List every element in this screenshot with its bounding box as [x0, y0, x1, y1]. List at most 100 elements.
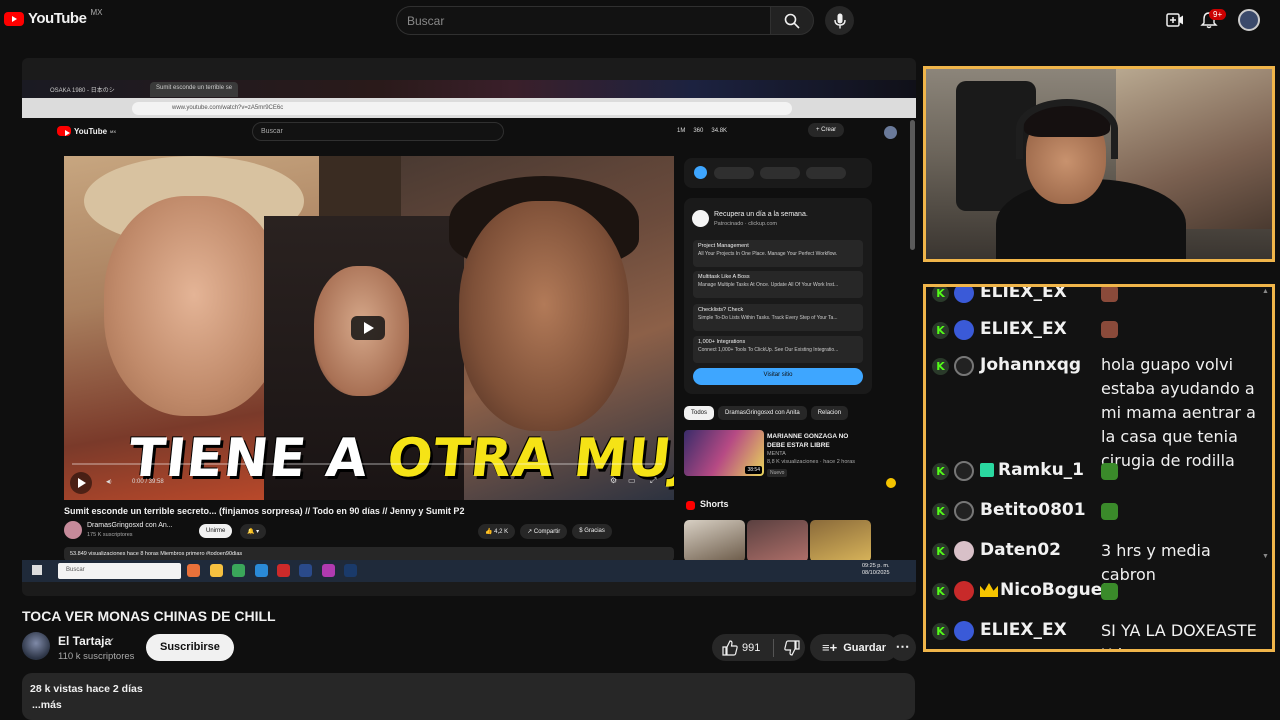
app-icon[interactable]: [694, 166, 707, 179]
chat-username[interactable]: NicoBoguet: [980, 580, 1110, 600]
theater-mode-icon[interactable]: ▭: [628, 476, 636, 485]
username-text: Ramku_1: [998, 460, 1085, 480]
youtube-play-icon: [57, 126, 71, 136]
ad-sitelink[interactable]: Project Management All Your Projects In O…: [693, 240, 863, 267]
join-button[interactable]: Unirme: [199, 524, 233, 538]
share-button[interactable]: ↗ Compartir: [520, 524, 568, 539]
voice-search-button[interactable]: [825, 6, 854, 35]
verified-icon: ✔: [107, 636, 115, 646]
thumbs-down-icon[interactable]: [784, 639, 800, 656]
like-button[interactable]: 👍 4,2 K: [478, 524, 516, 539]
search-icon: [784, 13, 800, 29]
video-play-button[interactable]: [70, 472, 92, 494]
chat-username[interactable]: ELIEX_EX: [980, 319, 1067, 339]
chip-channel[interactable]: DramasGringosxd con Anita: [718, 406, 807, 420]
scrollbar[interactable]: [910, 120, 915, 250]
account-avatar[interactable]: [1238, 9, 1260, 31]
youtube-logo[interactable]: YouTube MX: [4, 8, 102, 27]
volume-icon[interactable]: ◀): [106, 479, 112, 485]
chat-username[interactable]: ELIEX_EX: [980, 287, 1067, 302]
browser-tab[interactable]: OSAKA 1980 - 日本のシ: [44, 82, 121, 97]
browser-tab-active[interactable]: Sumit esconde un terrible se: [150, 82, 239, 97]
short-thumbnail[interactable]: [810, 520, 871, 562]
chrome-icon[interactable]: [232, 564, 245, 577]
video-player[interactable]: TIENE A OTRA MUJER: [64, 156, 674, 500]
firefox-icon[interactable]: [187, 564, 200, 577]
sitelink-title: Project Management: [698, 243, 749, 249]
steam-icon[interactable]: [299, 564, 312, 577]
scroll-up-icon[interactable]: ▲: [1262, 288, 1269, 295]
save-button[interactable]: ≡+ Guardar: [810, 634, 898, 661]
windows-start-icon[interactable]: [32, 565, 42, 575]
thanks-label: Gracias: [584, 528, 605, 534]
inner-create-button[interactable]: + Crear: [808, 123, 845, 137]
address-bar[interactable]: www.youtube.com/watch?v=zA5mr9CE6c: [132, 102, 792, 115]
shared-screen: OSAKA 1980 - 日本のシ Sumit esconde un terri…: [22, 58, 916, 596]
video-figure: [459, 201, 629, 431]
search-input[interactable]: Buscar: [396, 6, 770, 35]
thumbs-up-icon[interactable]: [722, 639, 738, 656]
chat-message: K Johannxqg hola guapo volvi estaba ayud…: [926, 351, 1272, 470]
chip[interactable]: [806, 167, 846, 179]
description-box[interactable]: 28 k vistas hace 2 días ...más: [22, 673, 915, 720]
chat-username[interactable]: Ramku_1: [980, 460, 1084, 480]
channel-name[interactable]: El Tartaja: [58, 634, 111, 648]
inner-search-input[interactable]: Buscar: [252, 122, 504, 141]
play-icon[interactable]: [351, 316, 385, 340]
inner-description[interactable]: 53.849 visualizaciones hace 8 horas Miem…: [64, 547, 674, 561]
user-avatar: [954, 501, 974, 521]
like-count: 4,2 K: [494, 529, 509, 535]
chip[interactable]: [760, 167, 800, 179]
emote-face-icon: [1101, 321, 1118, 338]
short-thumbnail[interactable]: [747, 520, 808, 562]
user-avatar: [954, 320, 974, 340]
user-avatar: [954, 461, 974, 481]
chip[interactable]: [714, 167, 754, 179]
recommended-thumbnail[interactable]: 38:54: [684, 430, 764, 476]
inner-channel-name[interactable]: DramasGringosxd con An...: [87, 522, 173, 529]
more-options-icon[interactable]: ⋯: [889, 634, 916, 661]
user-avatar: [954, 541, 974, 561]
subscribe-button[interactable]: Suscribirse: [146, 634, 234, 661]
thanks-button[interactable]: $ Gracias: [572, 524, 612, 539]
ad-sponsor: Patrocinado · clickup.com: [714, 221, 777, 227]
visit-site-button[interactable]: Visitar sitio: [693, 368, 863, 385]
taskbar-search[interactable]: Buscar: [58, 563, 181, 579]
share-label: Compartir: [533, 529, 561, 535]
notification-bell-icon[interactable]: 🔔 ▾: [240, 524, 267, 539]
ad-sitelink[interactable]: 1,000+ Integrations Connect 1,000+ Tools …: [693, 336, 863, 363]
app-icon[interactable]: [322, 564, 335, 577]
inner-youtube-logo[interactable]: YouTube MX: [57, 126, 116, 136]
microphone-icon: [833, 13, 846, 28]
recommended-meta: MENTA 8,8 K visualizaciones · hace 2 hora…: [767, 450, 877, 466]
channel-avatar[interactable]: [22, 632, 50, 660]
inner-avatar[interactable]: [884, 126, 897, 139]
chat-text: SI YA LA DOXEASTE Xd: [1101, 621, 1257, 649]
recommended-title[interactable]: MARIANNE GONZAGA NO DEBE ESTAR LIBRE: [767, 432, 867, 450]
ad-sitelink[interactable]: Checklists? Check Simple To-Do Lists With…: [693, 304, 863, 331]
scroll-down-icon[interactable]: ▼: [1262, 553, 1269, 560]
settings-gear-icon[interactable]: ⚙: [610, 476, 617, 485]
chat-username[interactable]: Johannxqg: [980, 355, 1081, 375]
chip-all[interactable]: Todos: [684, 406, 715, 420]
folder-icon[interactable]: [210, 564, 223, 577]
chat-username[interactable]: ELIEX_EX: [980, 620, 1067, 640]
photoshop-icon[interactable]: [344, 564, 357, 577]
obs-icon[interactable]: [277, 564, 290, 577]
video-overlay-text: TIENE A OTRA MUJER: [126, 428, 674, 489]
chip-related[interactable]: Relacion: [810, 406, 849, 420]
chat-username[interactable]: Betito0801: [980, 500, 1086, 520]
ad-title[interactable]: Recupera un día a la semana.: [714, 211, 808, 218]
chat-username[interactable]: Daten02: [980, 540, 1061, 560]
short-thumbnail[interactable]: [684, 520, 745, 562]
show-more-link[interactable]: ...más: [30, 699, 907, 711]
search-button[interactable]: [770, 6, 814, 35]
create-video-icon[interactable]: [1166, 12, 1184, 28]
video-progress-bar[interactable]: [72, 463, 662, 465]
chat-text: [1101, 459, 1269, 483]
edge-icon[interactable]: [255, 564, 268, 577]
ad-sitelink[interactable]: Multitask Like A Boss Manage Multiple Tas…: [693, 271, 863, 298]
thumbs-up-icon: 👍: [485, 529, 495, 535]
inner-channel-avatar[interactable]: [64, 521, 82, 539]
fullscreen-icon[interactable]: ⤢: [650, 476, 656, 486]
